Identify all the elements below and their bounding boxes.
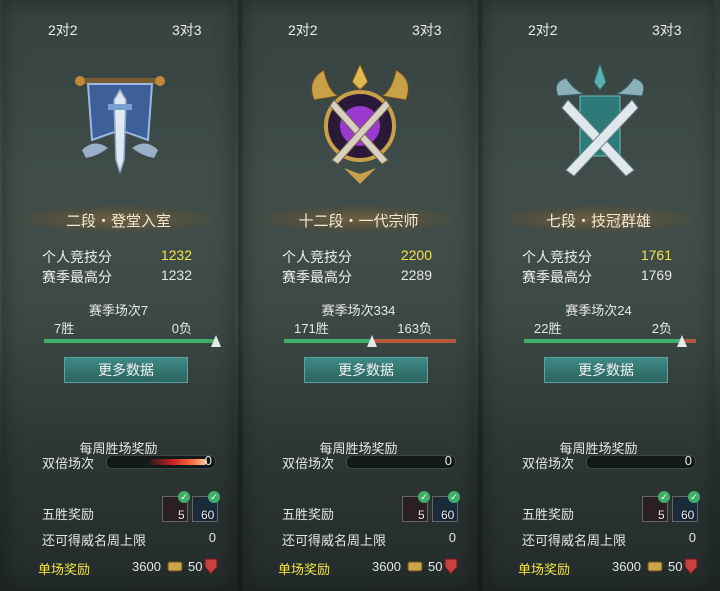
win-bar-fill xyxy=(524,339,682,343)
season-high-value: 2289 xyxy=(400,267,432,283)
renown-limit-label: 还可得威名周上限 xyxy=(282,533,387,548)
season-games: 赛季场次7 xyxy=(88,303,149,318)
single-honor-value: 50 xyxy=(428,559,443,574)
win-loss-bar xyxy=(44,339,216,343)
season-high-value: 1232 xyxy=(160,267,192,283)
ratio-marker-icon xyxy=(677,335,687,347)
mode-tabs: 2对2 3对3 xyxy=(482,0,715,44)
single-coin-value: 3600 xyxy=(612,559,641,574)
claimed-check-icon: ✓ xyxy=(178,491,190,503)
tab-2v2[interactable]: 2对2 xyxy=(48,20,78,40)
renown-limit-label: 还可得威名周上限 xyxy=(42,533,147,548)
ratio-marker-icon xyxy=(367,335,377,347)
five-win-reward-label: 五胜奖励 xyxy=(522,507,575,522)
single-reward-label: 单场奖励 xyxy=(278,562,331,577)
rank-title: 七段・技冠群雄 xyxy=(545,213,651,230)
claimed-check-icon: ✓ xyxy=(208,491,220,503)
personal-score-label: 个人竞技分 xyxy=(42,249,112,265)
season-high-label: 赛季最高分 xyxy=(522,269,592,285)
renown-limit-value: 0 xyxy=(208,530,216,545)
claimed-check-icon: ✓ xyxy=(448,491,460,503)
single-coin-value: 3600 xyxy=(372,559,401,574)
rank-title: 二段・登堂入室 xyxy=(65,213,171,230)
claimed-check-icon: ✓ xyxy=(688,491,700,503)
chest-reward-count: 5 xyxy=(658,508,665,522)
single-reward-label: 单场奖励 xyxy=(518,562,571,577)
losses-count: 0负 xyxy=(171,321,192,336)
season-high-label: 赛季最高分 xyxy=(42,269,112,285)
more-data-button[interactable]: 更多数据 xyxy=(544,357,668,383)
rank-panel-3: 2对2 3对3 七段・技冠群雄 个人竞技分 1761 赛季最高分 1769 赛季… xyxy=(482,0,715,591)
wins-count: 22胜 xyxy=(534,321,562,336)
honor-icon xyxy=(204,558,218,575)
renown-limit-value: 0 xyxy=(688,530,696,545)
personal-score-label: 个人竞技分 xyxy=(282,249,352,265)
claimed-check-icon: ✓ xyxy=(418,491,430,503)
tab-3v3[interactable]: 3对3 xyxy=(412,20,442,40)
double-count-label: 双倍场次 xyxy=(42,456,95,471)
single-coin-value: 3600 xyxy=(132,559,161,574)
coin-icon xyxy=(647,561,663,572)
win-bar-fill xyxy=(284,339,372,343)
tab-3v3[interactable]: 3对3 xyxy=(172,20,202,40)
honor-icon xyxy=(444,558,458,575)
renown-limit-value: 0 xyxy=(448,530,456,545)
more-data-button[interactable]: 更多数据 xyxy=(64,357,188,383)
single-reward-label: 单场奖励 xyxy=(38,562,91,577)
ratio-marker-icon xyxy=(211,335,221,347)
tab-2v2[interactable]: 2对2 xyxy=(528,20,558,40)
rank-panel-1: 2对2 3对3 二段・登堂入室 个人竞技分 1232 赛季最高分 1232 赛季… xyxy=(2,0,235,591)
single-honor-value: 50 xyxy=(668,559,683,574)
win-bar-fill xyxy=(44,339,216,343)
mode-tabs: 2对2 3对3 xyxy=(242,0,475,44)
golden-crossed-swords-emblem-icon xyxy=(311,62,409,184)
single-honor-value: 50 xyxy=(188,559,203,574)
five-win-reward-label: 五胜奖励 xyxy=(282,507,335,522)
season-high-value: 1769 xyxy=(640,267,672,283)
win-loss-bar xyxy=(524,339,696,343)
banner-sword-emblem-icon xyxy=(75,76,165,175)
scroll-reward-count: 60 xyxy=(201,508,215,522)
honor-icon xyxy=(684,558,698,575)
scroll-reward-count: 60 xyxy=(441,508,455,522)
double-count-value: 0 xyxy=(444,453,452,468)
wins-count: 171胜 xyxy=(294,321,329,336)
coin-icon xyxy=(167,561,183,572)
personal-score-label: 个人竞技分 xyxy=(522,249,592,265)
rank-title: 十二段・一代宗师 xyxy=(298,213,419,230)
season-games: 赛季场次334 xyxy=(321,303,396,318)
claimed-check-icon: ✓ xyxy=(658,491,670,503)
double-count-value: 0 xyxy=(204,453,212,468)
personal-score-value: 2200 xyxy=(400,247,432,263)
renown-limit-label: 还可得威名周上限 xyxy=(522,533,627,548)
teal-crossed-swords-emblem-icon xyxy=(555,62,645,177)
five-win-reward-label: 五胜奖励 xyxy=(42,507,95,522)
rank-panel-2: 2对2 3对3 十二段・一代宗师 个人竞技分 2200 赛季最高分 2289 赛… xyxy=(242,0,475,591)
personal-score-value: 1761 xyxy=(640,247,672,263)
personal-score-value: 1232 xyxy=(160,247,192,263)
more-data-button[interactable]: 更多数据 xyxy=(304,357,428,383)
double-count-value: 0 xyxy=(684,453,692,468)
losses-count: 2负 xyxy=(651,321,672,336)
double-count-label: 双倍场次 xyxy=(282,456,335,471)
season-high-label: 赛季最高分 xyxy=(282,269,352,285)
coin-icon xyxy=(407,561,423,572)
scroll-reward-count: 60 xyxy=(681,508,695,522)
chest-reward-count: 5 xyxy=(178,508,185,522)
wins-count: 7胜 xyxy=(54,321,75,336)
losses-count: 163负 xyxy=(397,321,432,336)
double-count-label: 双倍场次 xyxy=(522,456,575,471)
tab-2v2[interactable]: 2对2 xyxy=(288,20,318,40)
mode-tabs: 2对2 3对3 xyxy=(2,0,235,44)
season-games: 赛季场次24 xyxy=(565,303,632,318)
loss-bar-fill xyxy=(372,339,456,343)
tab-3v3[interactable]: 3对3 xyxy=(652,20,682,40)
chest-reward-count: 5 xyxy=(418,508,425,522)
